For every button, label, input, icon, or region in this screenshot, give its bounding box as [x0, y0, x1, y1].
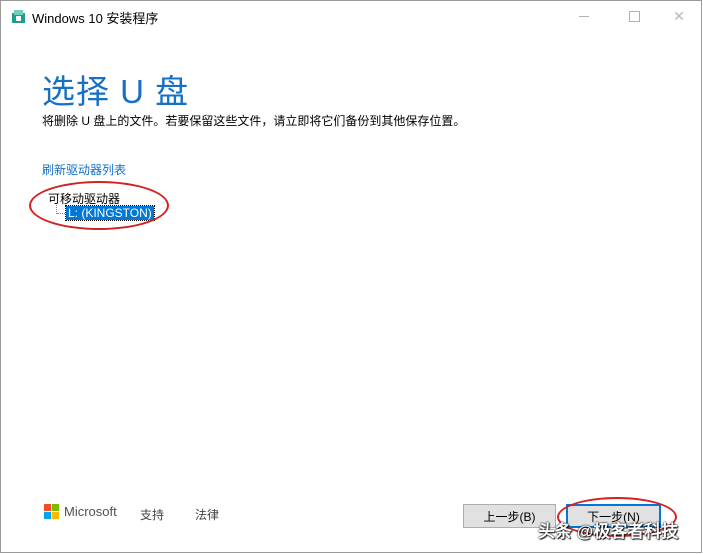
- refresh-drive-list-link[interactable]: 刷新驱动器列表: [42, 161, 126, 178]
- maximize-button[interactable]: [611, 1, 657, 31]
- microsoft-brand-text: Microsoft: [64, 504, 117, 519]
- back-button-label: 上一步(B): [483, 509, 536, 524]
- page-title: 选择 U 盘: [42, 73, 190, 110]
- watermark-text: 头条 @极客者科技: [538, 522, 679, 541]
- maximize-icon: [628, 10, 640, 22]
- annotation-ellipse-drive: [29, 181, 169, 230]
- legal-link[interactable]: 法律: [195, 506, 219, 523]
- setup-app-icon: [12, 10, 25, 23]
- close-button[interactable]: ✕: [656, 1, 702, 31]
- support-link[interactable]: 支持: [140, 506, 164, 523]
- setup-window: Windows 10 安装程序 ✕ 选择 U 盘 将删除 U 盘上的文件。若要保…: [0, 0, 702, 553]
- minimize-button[interactable]: [561, 1, 607, 31]
- microsoft-logo-icon: [44, 504, 60, 520]
- close-icon: ✕: [673, 7, 685, 24]
- window-title: Windows 10 安装程序: [32, 11, 159, 26]
- title-bar[interactable]: Windows 10 安装程序 ✕: [1, 1, 701, 31]
- minimize-icon: [579, 15, 589, 17]
- page-description: 将删除 U 盘上的文件。若要保留这些文件，请立即将它们备份到其他保存位置。: [42, 114, 466, 128]
